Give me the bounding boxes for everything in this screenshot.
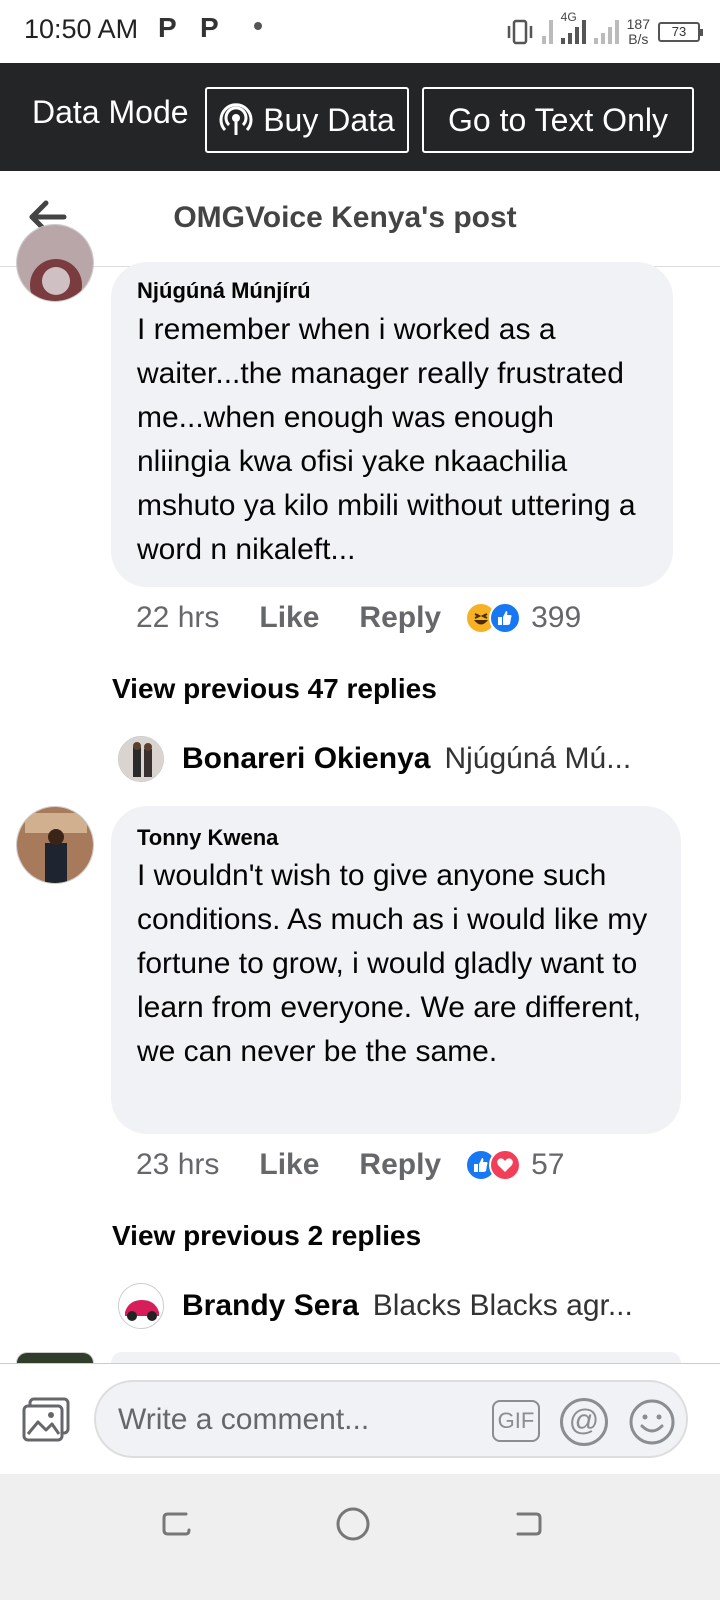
photo-icon[interactable] <box>22 1396 72 1444</box>
reply-author[interactable]: Bonareri Okienya <box>182 742 430 776</box>
love-reaction-icon <box>489 1149 522 1181</box>
data-mode-bar: Data Mode Buy Data Go to Text Only <box>0 63 720 171</box>
buy-data-button[interactable]: Buy Data <box>205 87 409 153</box>
view-previous-replies-link[interactable]: View previous 47 replies <box>112 673 437 705</box>
battery-icon: 73 <box>658 22 703 42</box>
text-only-label: Go to Text Only <box>448 101 668 138</box>
status-indicators: 4G 187 B/s 73 <box>506 10 703 52</box>
comment-composer: Write a comment... GIF @ <box>0 1363 720 1474</box>
view-previous-replies-link[interactable]: View previous 2 replies <box>112 1220 421 1252</box>
mention-icon[interactable]: @ <box>560 1398 608 1446</box>
system-navigation-bar <box>0 1474 720 1600</box>
notification-p-icon: P <box>158 12 177 43</box>
reactions[interactable] <box>465 602 522 634</box>
reaction-count[interactable]: 399 <box>531 601 581 635</box>
back-nav-icon[interactable] <box>508 1504 548 1544</box>
notification-p-icon: P <box>200 12 219 43</box>
go-to-text-only-button[interactable]: Go to Text Only <box>422 87 694 153</box>
vibrate-icon <box>507 19 532 45</box>
comment-actions: 22 hrs Like Reply 399 <box>136 601 581 635</box>
avatar[interactable] <box>118 1283 164 1329</box>
reply-author[interactable]: Brandy Sera <box>182 1289 359 1323</box>
avatar[interactable] <box>118 736 164 782</box>
signal-sim1-icon <box>541 20 553 44</box>
signal-4g-icon: 4G <box>560 10 586 44</box>
broadcast-icon <box>219 103 253 135</box>
reply-button[interactable]: Reply <box>359 601 441 635</box>
comment-bubble: Tonny Kwena I wouldn't wish to give anyo… <box>111 806 681 1134</box>
comment-placeholder: Write a comment... <box>118 1403 370 1436</box>
comment-actions: 23 hrs Like Reply 57 <box>136 1148 565 1182</box>
network-speed: 187 B/s <box>626 16 650 47</box>
reply-snippet: Blacks Blacks agr... <box>372 1289 633 1322</box>
avatar[interactable] <box>16 806 94 884</box>
reply-button[interactable]: Reply <box>359 1148 441 1182</box>
reply-snippet: Njúgúná Mú... <box>444 742 632 775</box>
avatar[interactable] <box>16 1352 94 1363</box>
comment-author[interactable]: Tonny Kwena <box>137 825 278 851</box>
comment-text: I wouldn't wish to give anyone such cond… <box>137 859 648 1068</box>
like-button[interactable]: Like <box>259 601 319 635</box>
reaction-count[interactable]: 57 <box>531 1148 564 1182</box>
gif-icon[interactable]: GIF <box>492 1400 540 1442</box>
latest-reply-preview[interactable]: Brandy Sera Blacks Blacks agr... <box>118 1283 633 1329</box>
reactions[interactable] <box>465 1149 522 1181</box>
comment-input[interactable]: Write a comment... GIF @ <box>94 1380 688 1458</box>
avatar[interactable] <box>16 224 94 302</box>
notification-dot-icon <box>254 22 262 30</box>
home-icon[interactable] <box>333 1504 373 1544</box>
signal-sim2-icon <box>593 20 619 44</box>
comment-text: I remember when i worked as a waiter...t… <box>137 313 636 566</box>
comment-author[interactable]: Njúgúná Múnjírú <box>137 278 311 304</box>
comment-time: 23 hrs <box>136 1148 220 1181</box>
data-mode-label: Data Mode <box>32 94 189 130</box>
page-title: OMGVoice Kenya's post <box>173 201 517 234</box>
recent-apps-icon[interactable] <box>156 1504 196 1544</box>
latest-reply-preview[interactable]: Bonareri Okienya Njúgúná Mú... <box>118 736 631 782</box>
comment-bubble <box>111 1352 681 1363</box>
status-bar: 10:50 AM P P 4G 187 B/s 73 <box>0 0 720 63</box>
status-time: 10:50 AM <box>24 14 139 44</box>
like-button[interactable]: Like <box>259 1148 319 1182</box>
like-reaction-icon <box>489 602 522 634</box>
comment-time: 22 hrs <box>136 601 220 634</box>
comment-bubble: Njúgúná Múnjírú I remember when i worked… <box>111 262 673 587</box>
post-header: OMGVoice Kenya's post <box>0 171 720 267</box>
buy-data-label: Buy Data <box>263 101 395 138</box>
emoji-icon[interactable] <box>628 1398 676 1446</box>
